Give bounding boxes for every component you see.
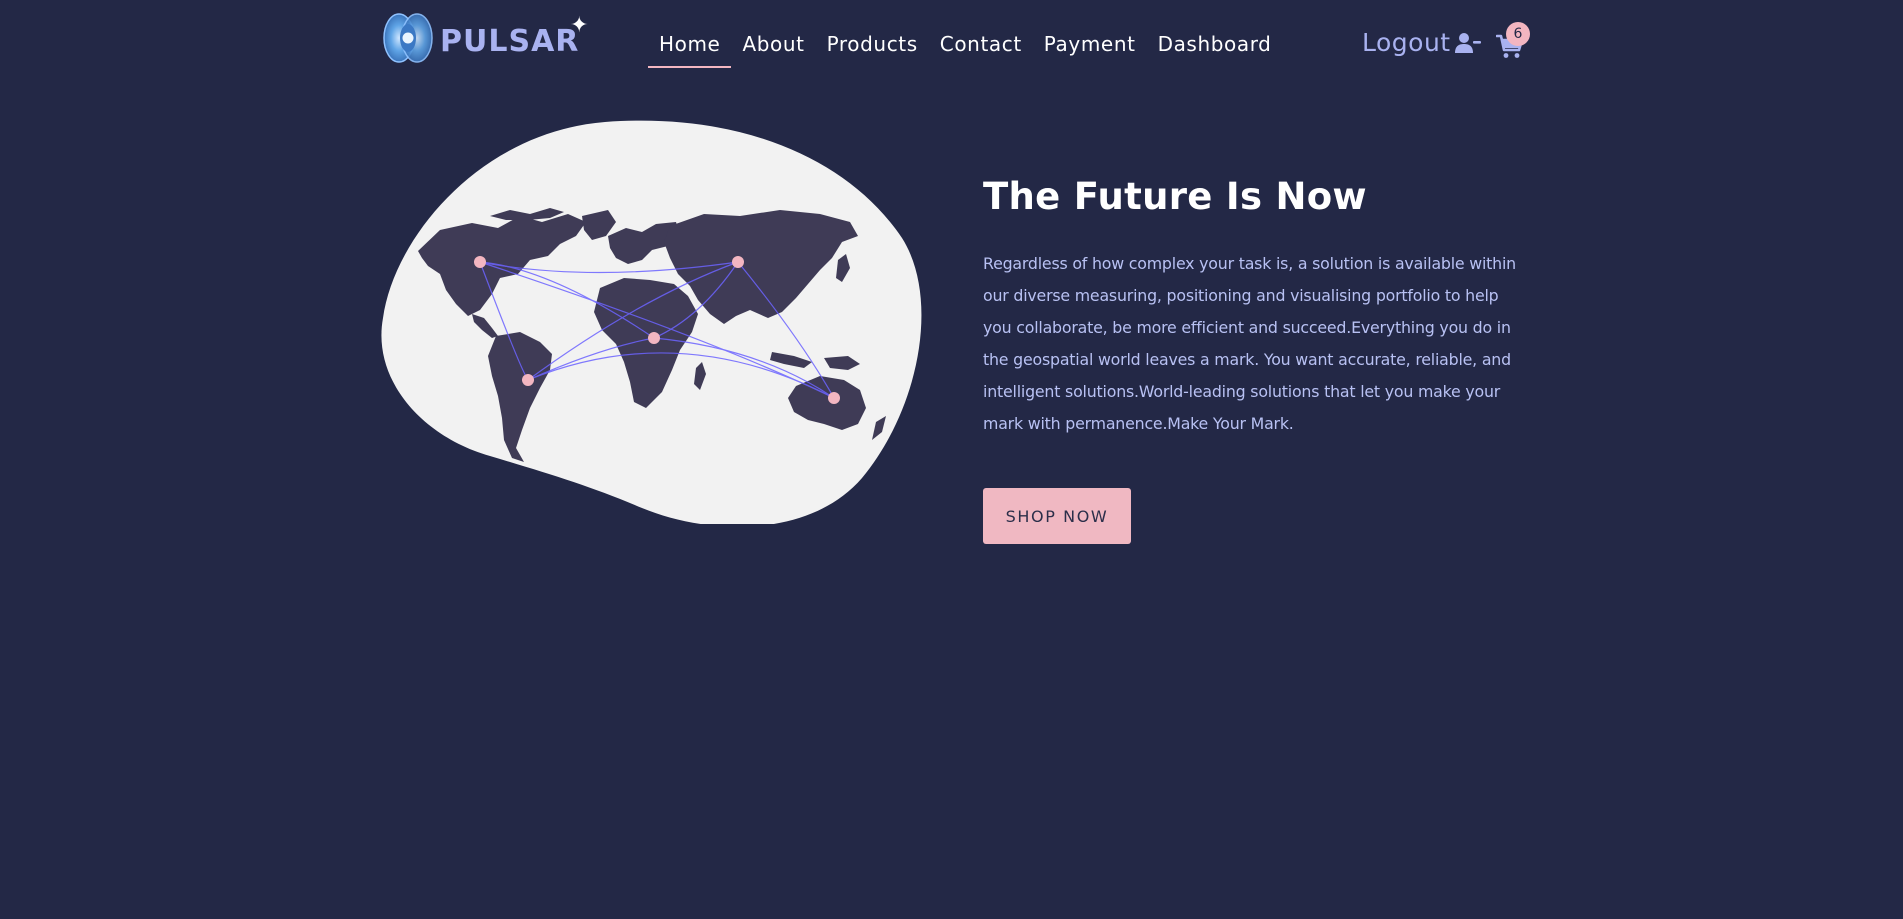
node-asia — [732, 256, 744, 268]
top-navbar: PULSAR ✦ Home About Products Contact Paym… — [0, 0, 1903, 80]
nav-dashboard-link[interactable]: Dashboard — [1147, 28, 1283, 68]
node-south-america — [522, 374, 534, 386]
logout-button[interactable]: Logout — [1362, 30, 1481, 55]
node-australia — [828, 392, 840, 404]
nav-products-link[interactable]: Products — [816, 28, 929, 68]
hero-title: The Future Is Now — [983, 175, 1367, 218]
main-navigation: Home About Products Contact Payment Dash… — [648, 28, 1282, 68]
sparkle-icon: ✦ — [569, 13, 590, 38]
brand-logo-link[interactable]: PULSAR ✦ — [382, 10, 590, 66]
shop-now-button[interactable]: SHOP NOW — [983, 488, 1131, 544]
nav-home-link[interactable]: Home — [648, 28, 732, 68]
pulsar-logo-icon — [383, 13, 433, 63]
logout-label: Logout — [1362, 28, 1451, 57]
nav-payment-link[interactable]: Payment — [1033, 28, 1147, 68]
hero-description: Regardless of how complex your task is, … — [983, 254, 1516, 433]
cart-count-badge: 6 — [1506, 22, 1530, 46]
world-map-network-illustration — [381, 120, 922, 524]
nav-about-link[interactable]: About — [731, 28, 815, 68]
user-minus-icon — [1454, 32, 1481, 53]
shopping-cart-button[interactable]: 6 — [1494, 22, 1534, 64]
node-africa — [648, 332, 660, 344]
brand-name: PULSAR ✦ — [440, 13, 590, 59]
node-north-america — [474, 256, 486, 268]
hero-content: The Future Is Now Regardless of how comp… — [983, 172, 1523, 440]
nav-contact-link[interactable]: Contact — [929, 28, 1033, 68]
